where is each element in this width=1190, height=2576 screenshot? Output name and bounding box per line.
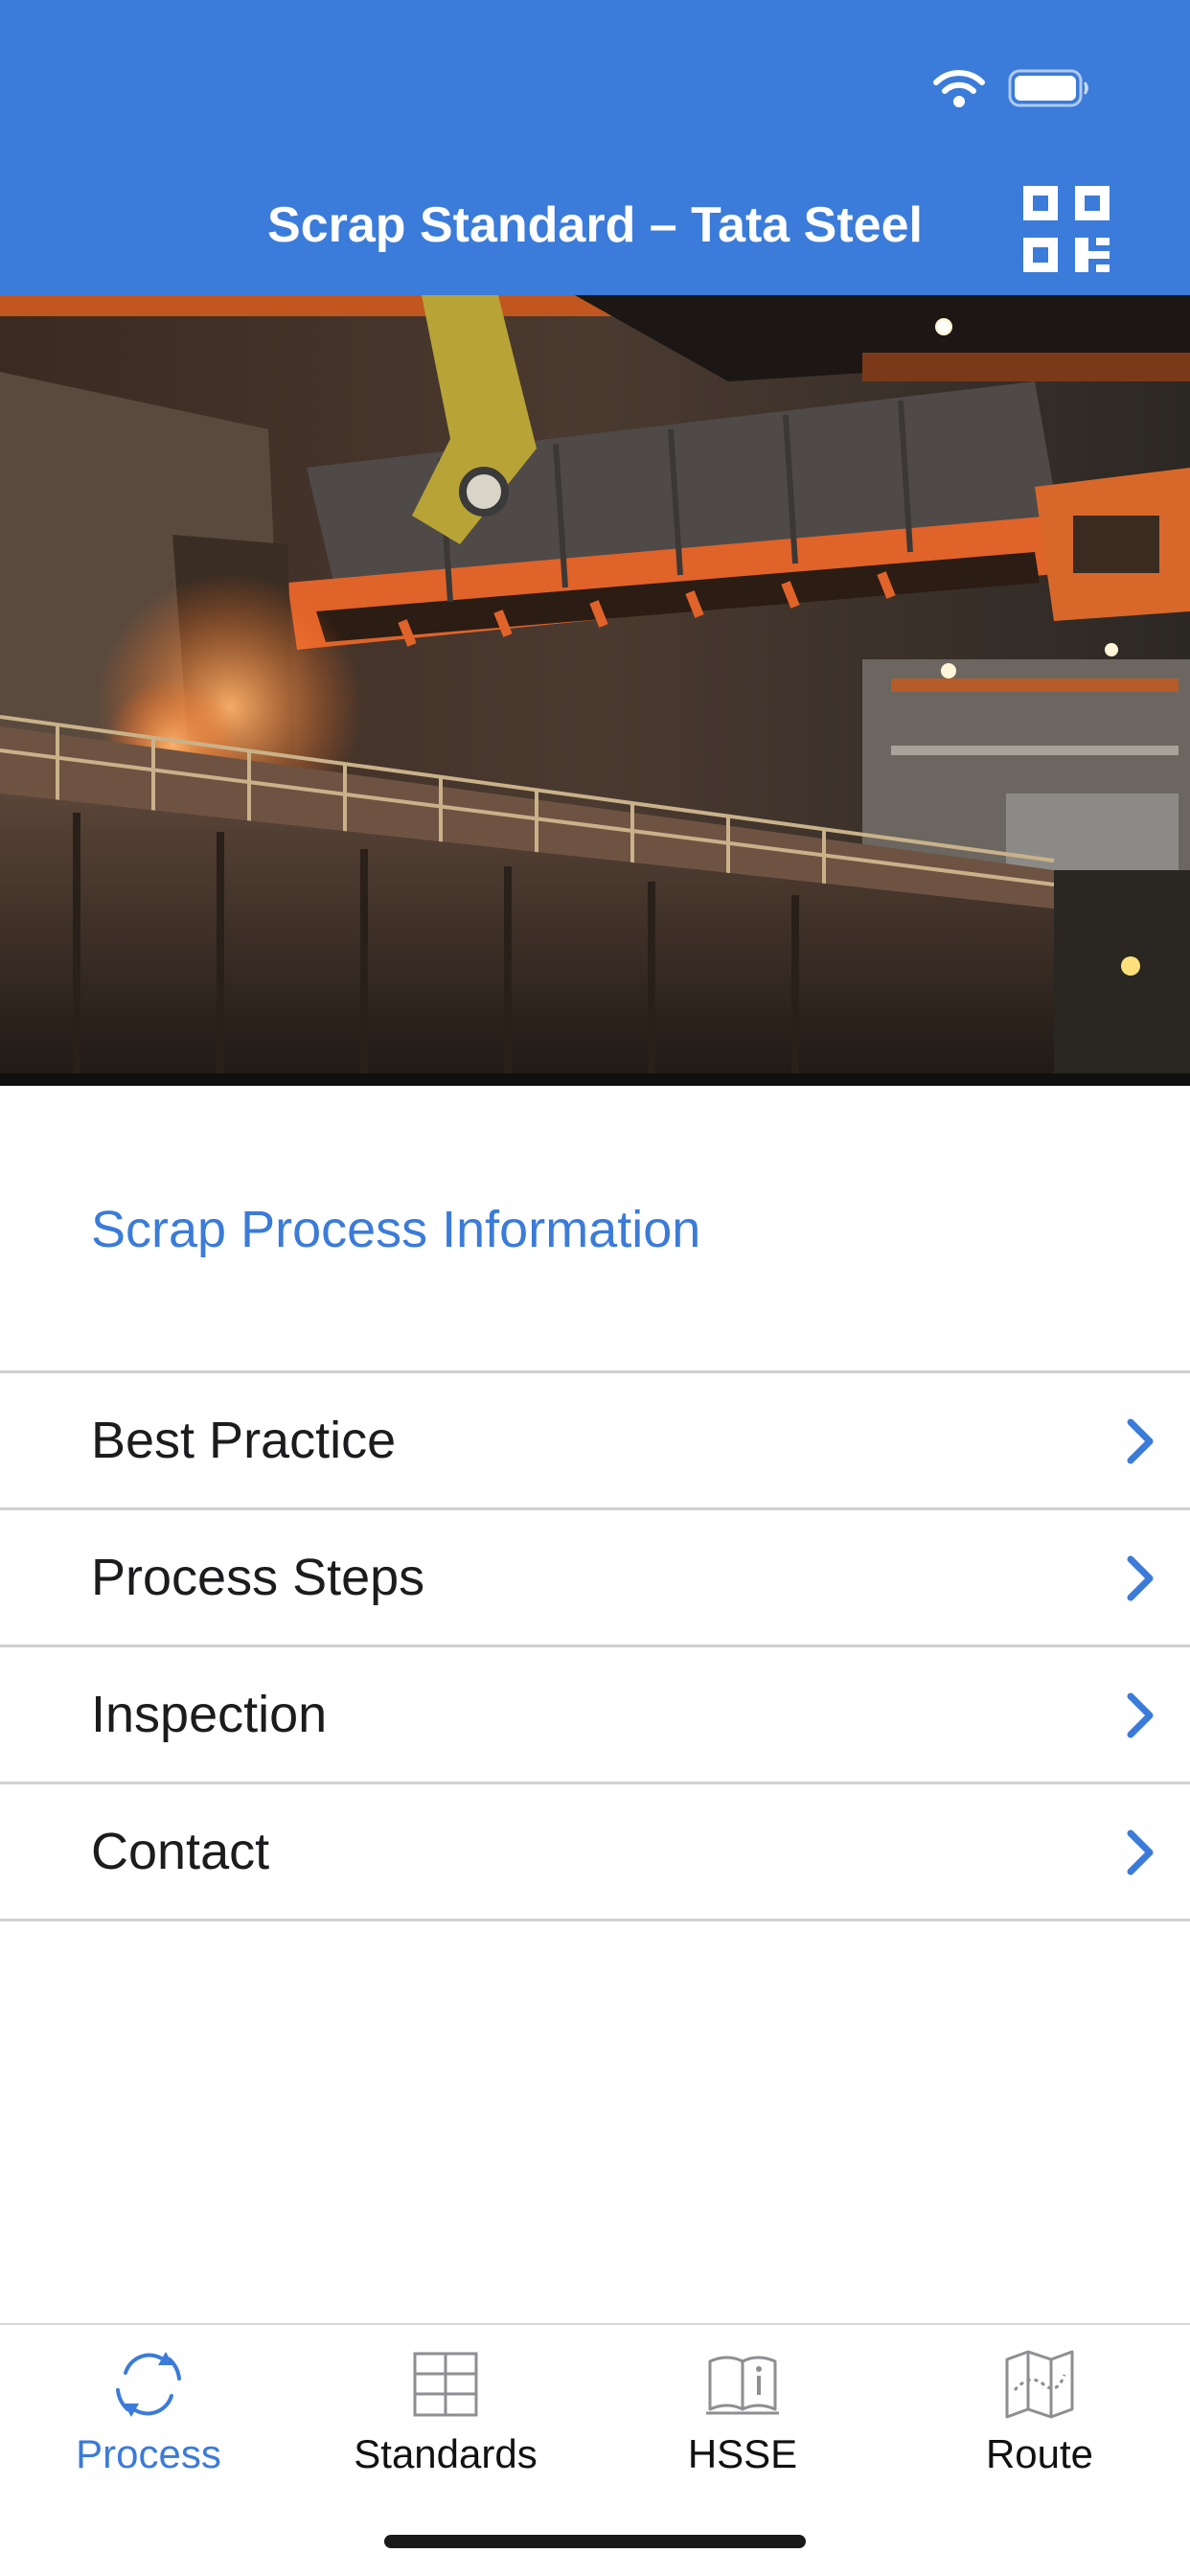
tab-label: Route [985,2431,1094,2476]
menu-item-label: Process Steps [91,1549,425,1606]
home-indicator [384,2535,806,2548]
chevron-right-icon [1127,1829,1154,1875]
menu-item-inspection[interactable]: Inspection [0,1647,1190,1784]
chevron-right-icon [1127,1418,1154,1464]
grid-table-icon [413,2352,478,2417]
tab-label: Process [76,2431,221,2476]
menu-item-label: Best Practice [91,1412,397,1469]
qr-code-icon[interactable] [1021,184,1111,274]
tab-process[interactable]: Process [0,2325,297,2497]
tab-label: HSSE [687,2431,798,2476]
steel-plant-crane-photo [0,295,1190,1086]
menu-item-process-steps[interactable]: Process Steps [0,1510,1190,1647]
menu-item-label: Contact [91,1823,270,1880]
refresh-cycle-icon [116,2352,181,2417]
battery-icon [1008,69,1088,107]
menu-item-contact[interactable]: Contact [0,1784,1190,1921]
nav-header: Scrap Standard – Tata Steel [0,0,1190,295]
map-route-icon [1005,2350,1074,2419]
app-screen: Scrap Standard – Tata Steel Scrap Proces… [0,0,1190,2576]
menu-item-label: Inspection [91,1686,328,1743]
chevron-right-icon [1127,1692,1154,1738]
hero-image [0,295,1190,1086]
section-title: Scrap Process Information [91,1201,701,1258]
tab-label: Standards [354,2431,538,2476]
tab-standards[interactable]: Standards [297,2325,594,2497]
menu-item-best-practice[interactable]: Best Practice [0,1373,1190,1510]
tab-hsse[interactable]: HSSE [594,2325,891,2497]
tab-route[interactable]: Route [891,2325,1188,2497]
wifi-icon [933,70,985,107]
chevron-right-icon [1127,1555,1154,1601]
info-book-icon [706,2356,779,2415]
page-title: Scrap Standard – Tata Steel [267,197,923,253]
menu-list: Best Practice Process Steps Inspection C… [0,1370,1190,1921]
